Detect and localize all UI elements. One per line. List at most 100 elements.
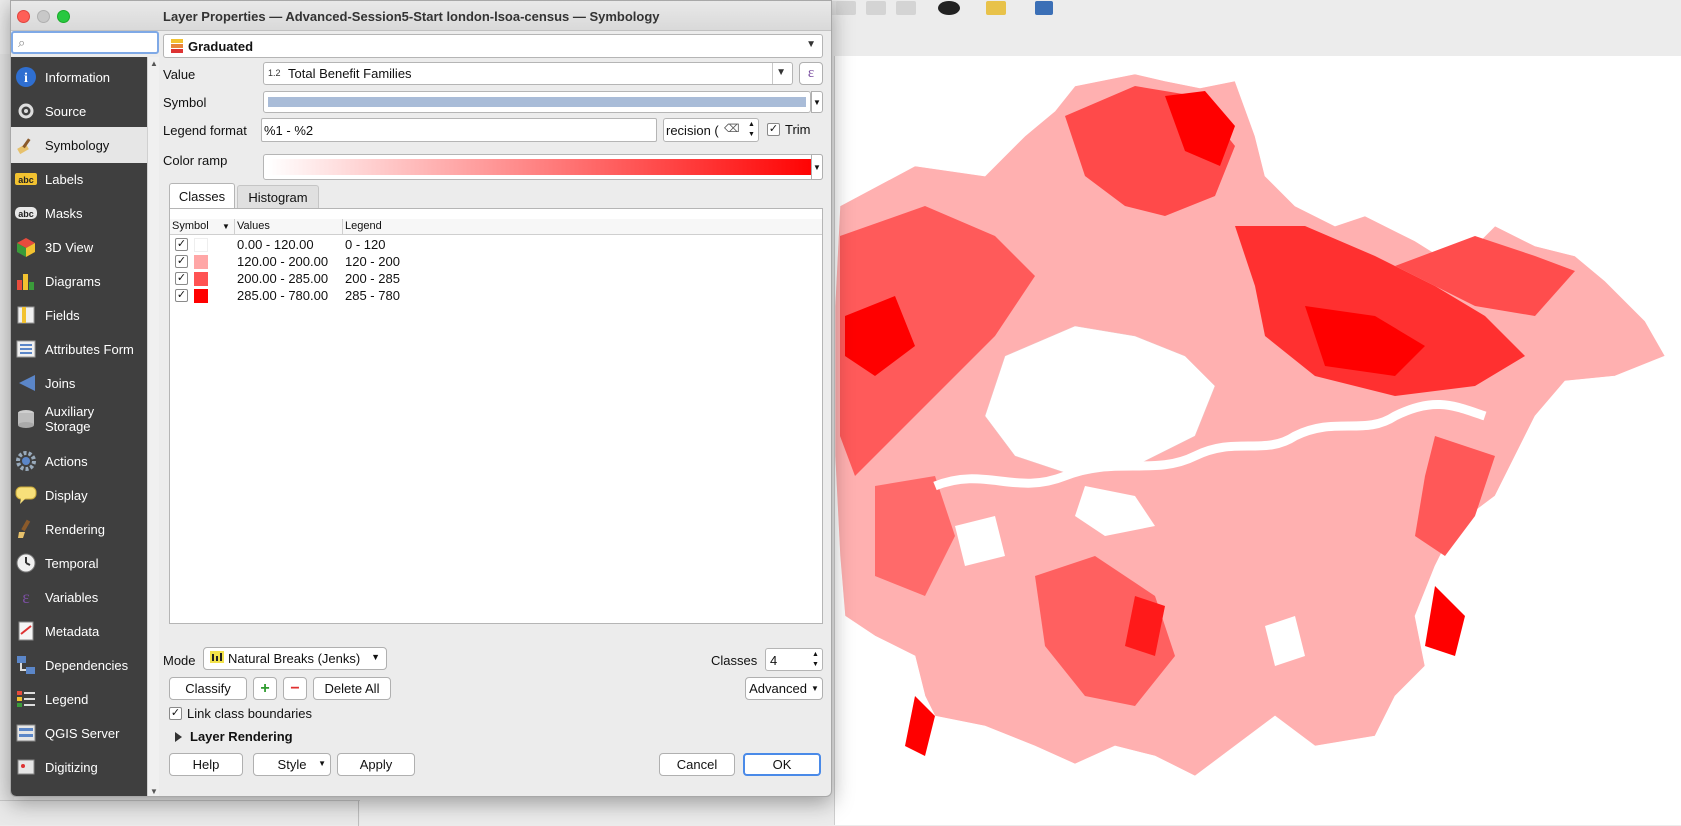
- sidebar-item-labels[interactable]: abc Labels: [11, 161, 147, 197]
- close-window-button[interactable]: [17, 10, 30, 23]
- column-header-legend[interactable]: Legend: [345, 220, 382, 232]
- legend-format-input[interactable]: %1 - %2: [261, 118, 657, 142]
- labels-abc-icon: abc: [15, 168, 37, 190]
- toolbar-icon[interactable]: [938, 1, 960, 15]
- spinner-arrows-icon[interactable]: ▲ ▼: [812, 650, 819, 670]
- chevron-down-icon: ▼: [776, 67, 786, 78]
- cancel-button[interactable]: Cancel: [659, 753, 735, 776]
- precision-spinbox[interactable]: recision ( ⌫ ▲ ▼: [663, 118, 759, 142]
- map-canvas[interactable]: [834, 56, 1681, 825]
- advanced-button[interactable]: Advanced ▼: [745, 677, 823, 700]
- delete-all-button[interactable]: Delete All: [313, 677, 391, 700]
- color-ramp-button[interactable]: [263, 154, 823, 180]
- form-icon: [15, 338, 37, 360]
- server-icon: [15, 722, 37, 744]
- classes-table[interactable]: Symbol ▼ Values Legend ✓ 0.00 - 120.00 0…: [169, 208, 823, 624]
- sidebar-item-symbology[interactable]: Symbology: [11, 127, 147, 163]
- sidebar-item-metadata[interactable]: Metadata: [11, 613, 147, 649]
- trim-checkbox[interactable]: ✓: [767, 123, 780, 136]
- class-color-swatch[interactable]: [194, 289, 208, 303]
- sidebar-item-temporal[interactable]: Temporal: [11, 545, 147, 581]
- link-class-boundaries-checkbox[interactable]: ✓: [169, 707, 182, 720]
- symbol-button[interactable]: [263, 91, 811, 113]
- sidebar-item-display[interactable]: Display: [11, 477, 147, 513]
- symbol-menu-button[interactable]: ▼: [811, 91, 823, 113]
- toolbar-icon[interactable]: [1035, 1, 1053, 15]
- toolbar-icon[interactable]: [836, 1, 856, 15]
- class-row[interactable]: ✓ 200.00 - 285.00 200 - 285: [170, 270, 822, 287]
- color-ramp-preview: [268, 159, 818, 175]
- toolbar-icon[interactable]: [896, 1, 916, 15]
- chevron-down-icon: ▼: [810, 684, 819, 693]
- plus-icon: +: [260, 679, 270, 697]
- class-color-swatch[interactable]: [194, 255, 208, 269]
- sidebar-item-actions[interactable]: Actions: [11, 443, 147, 479]
- class-visibility-checkbox[interactable]: ✓: [175, 289, 188, 302]
- search-input[interactable]: [35, 34, 153, 51]
- diagram-icon: [15, 270, 37, 292]
- sidebar-item-dependencies[interactable]: Dependencies: [11, 647, 147, 683]
- sidebar-item-diagrams[interactable]: Diagrams: [11, 263, 147, 299]
- sidebar-item-auxiliary-storage[interactable]: Auxiliary Storage: [11, 399, 147, 439]
- layer-rendering-section[interactable]: Layer Rendering: [175, 729, 293, 744]
- sidebar-item-joins[interactable]: Joins: [11, 365, 147, 401]
- class-visibility-checkbox[interactable]: ✓: [175, 255, 188, 268]
- digitizing-icon: [15, 756, 37, 778]
- style-button[interactable]: Style ▼: [253, 753, 331, 776]
- sidebar-item-legend[interactable]: Legend: [11, 681, 147, 717]
- sidebar-item-source[interactable]: Source: [11, 93, 147, 129]
- properties-sidebar: i Information Source Symbology abc Label…: [11, 57, 147, 796]
- sidebar-item-3d-view[interactable]: 3D View: [11, 229, 147, 265]
- apply-button[interactable]: Apply: [337, 753, 415, 776]
- expression-button[interactable]: ε: [799, 62, 823, 85]
- maximize-window-button[interactable]: [57, 10, 70, 23]
- tab-histogram[interactable]: Histogram: [237, 185, 319, 209]
- sidebar-item-variables[interactable]: ε Variables: [11, 579, 147, 615]
- renderer-type-select[interactable]: Graduated ▼: [163, 34, 823, 58]
- tab-classes[interactable]: Classes: [169, 183, 235, 209]
- scroll-up-arrow-icon[interactable]: ▲: [150, 59, 158, 68]
- minus-icon: −: [290, 679, 300, 697]
- class-visibility-checkbox[interactable]: ✓: [175, 238, 188, 251]
- sidebar-scrollbar[interactable]: ▲ ▼: [147, 57, 159, 796]
- main-toolbar: [820, 0, 1681, 30]
- sidebar-item-qgis-server[interactable]: QGIS Server: [11, 715, 147, 751]
- search-field[interactable]: ⌕: [11, 31, 159, 54]
- sidebar-item-rendering[interactable]: Rendering: [11, 511, 147, 547]
- toolbar-icon[interactable]: [866, 1, 886, 15]
- spinner-arrows-icon[interactable]: ▲ ▼: [748, 120, 755, 140]
- help-button[interactable]: Help: [169, 753, 243, 776]
- column-header-symbol[interactable]: Symbol: [172, 220, 209, 232]
- sidebar-item-digitizing[interactable]: Digitizing: [11, 749, 147, 785]
- minimize-window-button[interactable]: [37, 10, 50, 23]
- sidebar-item-information[interactable]: i Information: [11, 59, 147, 95]
- sidebar-item-attributes-form[interactable]: Attributes Form: [11, 331, 147, 367]
- chevron-down-icon: ▼: [371, 652, 380, 662]
- add-class-button[interactable]: +: [253, 677, 277, 700]
- clear-icon[interactable]: ⌫: [724, 122, 740, 135]
- class-row[interactable]: ✓ 0.00 - 120.00 0 - 120: [170, 236, 822, 253]
- symbol-preview: [268, 97, 806, 107]
- class-row[interactable]: ✓ 120.00 - 200.00 120 - 200: [170, 253, 822, 270]
- scroll-down-arrow-icon[interactable]: ▼: [150, 787, 158, 796]
- value-field-select[interactable]: 1.2 Total Benefit Families ▼: [263, 62, 793, 85]
- class-color-swatch[interactable]: [194, 238, 208, 252]
- classify-button[interactable]: Classify: [169, 677, 247, 700]
- paintbrush-icon: [15, 134, 37, 156]
- mode-select[interactable]: Natural Breaks (Jenks) ▼: [203, 647, 387, 670]
- color-ramp-menu-button[interactable]: ▼: [811, 154, 823, 180]
- class-visibility-checkbox[interactable]: ✓: [175, 272, 188, 285]
- class-row[interactable]: ✓ 285.00 - 780.00 285 - 780: [170, 287, 822, 304]
- sidebar-item-masks[interactable]: abc Masks: [11, 195, 147, 231]
- column-header-values[interactable]: Values: [237, 220, 270, 232]
- remove-class-button[interactable]: −: [283, 677, 307, 700]
- sidebar-item-fields[interactable]: Fields: [11, 297, 147, 333]
- ok-button[interactable]: OK: [743, 753, 821, 776]
- toolbar-icon[interactable]: [986, 1, 1006, 15]
- graduated-renderer-icon: [171, 39, 183, 56]
- chevron-down-icon: ▼: [813, 162, 821, 172]
- class-color-swatch[interactable]: [194, 272, 208, 286]
- title-bar[interactable]: Layer Properties — Advanced-Session5-Sta…: [11, 1, 831, 31]
- classes-count-spinbox[interactable]: 4 ▲ ▼: [765, 648, 823, 671]
- legend-format-label: Legend format: [163, 123, 247, 138]
